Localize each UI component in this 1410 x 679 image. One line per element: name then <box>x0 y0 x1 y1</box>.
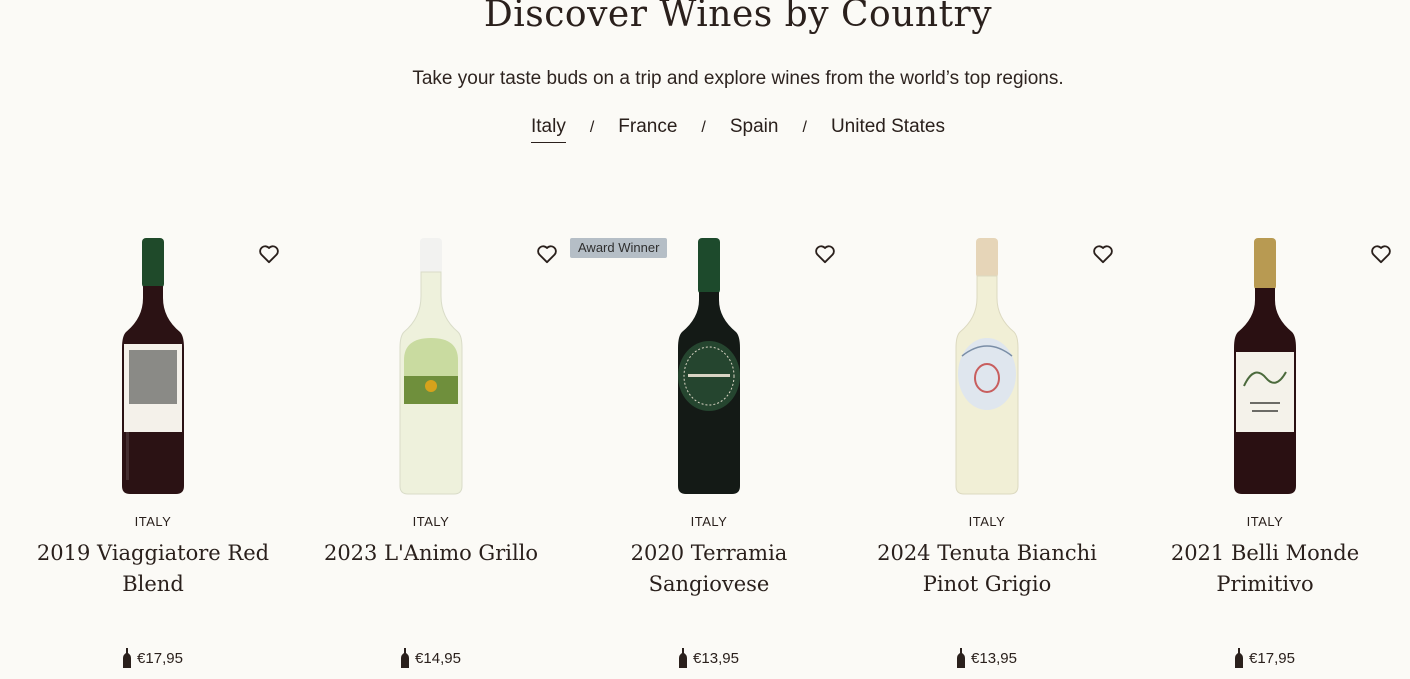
product-image[interactable] <box>1126 236 1404 498</box>
product-image[interactable] <box>14 236 292 498</box>
favorite-heart-icon[interactable] <box>1092 244 1114 264</box>
product-name[interactable]: 2024 Tenuta Bianchi Pinot Grigio <box>856 538 1118 600</box>
page-subtitle: Take your taste buds on a trip and explo… <box>412 68 1064 89</box>
tab-united-states[interactable]: United States <box>831 116 945 143</box>
product-grid: ITALY 2019 Viaggiatore Red Blend €17,95 <box>14 230 1404 679</box>
product-card[interactable]: Award Winner ITALY 2020 Terramia Sangiov… <box>570 230 848 679</box>
favorite-heart-icon[interactable] <box>1370 244 1392 264</box>
wine-bottle-image <box>122 238 184 494</box>
product-image[interactable] <box>292 236 570 498</box>
bottle-icon <box>401 648 410 668</box>
product-price: €17,95 <box>14 648 292 668</box>
favorite-heart-icon[interactable] <box>814 244 836 264</box>
tab-france[interactable]: France <box>618 116 677 143</box>
product-card[interactable]: ITALY 2021 Belli Monde Primitivo €17,95 <box>1126 230 1404 679</box>
award-winner-badge: Award Winner <box>570 238 668 258</box>
price-value: €17,95 <box>1249 649 1295 667</box>
tab-italy[interactable]: Italy <box>530 116 566 143</box>
product-price: €17,95 <box>1126 648 1404 668</box>
product-image[interactable] <box>570 236 848 498</box>
product-name[interactable]: 2021 Belli Monde Primitivo <box>1134 538 1396 600</box>
wine-bottle-image <box>678 238 740 494</box>
wine-country-section: Discover Wines by Country Take your tast… <box>0 0 1410 679</box>
price-value: €17,95 <box>137 649 183 667</box>
bottle-icon <box>123 648 132 668</box>
product-country: ITALY <box>134 514 172 529</box>
product-image[interactable] <box>848 236 1126 498</box>
product-name[interactable]: 2020 Terramia Sangiovese <box>578 538 840 600</box>
favorite-heart-icon[interactable] <box>536 244 558 264</box>
product-country: ITALY <box>690 514 728 529</box>
tab-separator: / <box>589 118 595 136</box>
country-tabs: Italy / France / Spain / United States <box>0 116 1410 143</box>
product-price: €14,95 <box>292 648 570 668</box>
favorite-heart-icon[interactable] <box>258 244 280 264</box>
tab-spain[interactable]: Spain <box>730 116 779 143</box>
wine-bottle-image <box>955 238 1019 495</box>
product-price: €13,95 <box>570 648 848 668</box>
bottle-icon <box>679 648 688 668</box>
bottle-icon <box>1235 648 1244 668</box>
product-country: ITALY <box>968 514 1006 529</box>
wine-bottle-image <box>1234 238 1296 494</box>
price-value: €14,95 <box>415 649 461 667</box>
product-card[interactable]: ITALY 2023 L'Animo Grillo €14,95 <box>292 230 570 679</box>
product-country: ITALY <box>412 514 450 529</box>
tab-separator: / <box>802 118 807 136</box>
product-card[interactable]: ITALY 2024 Tenuta Bianchi Pinot Grigio €… <box>848 230 1126 679</box>
product-card[interactable]: ITALY 2019 Viaggiatore Red Blend €17,95 <box>14 230 292 679</box>
price-value: €13,95 <box>971 649 1017 667</box>
product-name[interactable]: 2019 Viaggiatore Red Blend <box>22 538 284 600</box>
product-name[interactable]: 2023 L'Animo Grillo <box>300 538 562 569</box>
page-title: Discover Wines by Country <box>483 0 993 35</box>
product-country: ITALY <box>1246 514 1284 529</box>
bottle-icon <box>957 648 966 668</box>
price-value: €13,95 <box>693 649 739 667</box>
product-price: €13,95 <box>848 648 1126 668</box>
tab-separator: / <box>701 118 706 136</box>
wine-bottle-image <box>399 238 463 495</box>
